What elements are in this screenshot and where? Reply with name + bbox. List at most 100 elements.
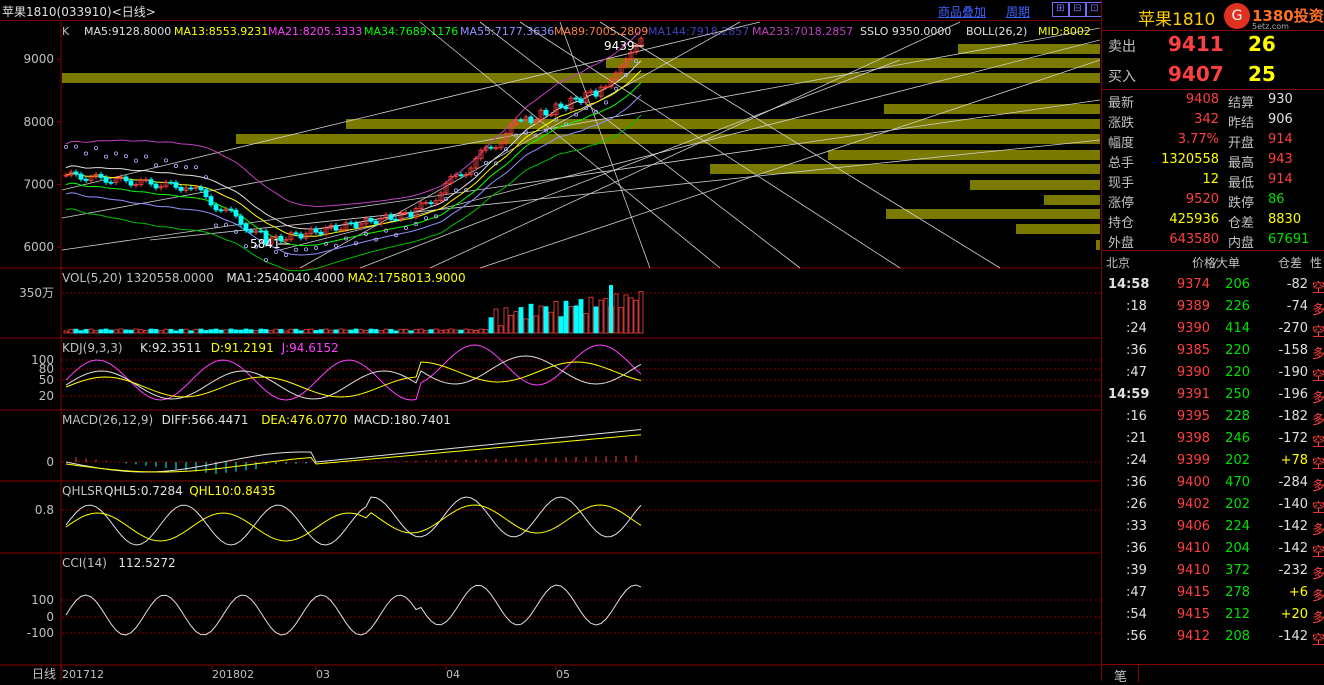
volume-bar: [313, 330, 319, 334]
tick-row[interactable]: :39 9410 372 -232 多: [1102, 560, 1324, 582]
tick-header: 仓差: [1278, 256, 1303, 270]
tick-position-change: -182: [1278, 409, 1308, 424]
stat-value: 914: [1268, 172, 1293, 187]
volume-bar: [328, 329, 334, 334]
tick-row[interactable]: :33 9406 224 -142 多: [1102, 516, 1324, 538]
volume-bar: [168, 328, 174, 334]
tick-row[interactable]: 14:58 9374 206 -82 空: [1102, 274, 1324, 296]
tick-position-change: -190: [1278, 365, 1308, 380]
tick-position-change: -74: [1286, 299, 1308, 314]
volume-bar: [243, 328, 249, 334]
tick-volume: 224: [1225, 519, 1250, 534]
qhlsr-legend-item: QHL5:0.7284: [104, 484, 183, 498]
sar-dot: [303, 247, 308, 252]
chart-canvas[interactable]: 9000 8000 7000 6000 K MA5:9128.8000 MA13:8553.…: [0, 0, 1100, 681]
tick-nature: 多: [1312, 611, 1324, 626]
volume-bar: [78, 330, 84, 334]
volume-bar: [358, 329, 364, 334]
tick-volume: 208: [1225, 629, 1250, 644]
volume-bar: [208, 329, 214, 334]
tick-row[interactable]: :24 9399 202 +78 空: [1102, 450, 1324, 472]
tick-row[interactable]: :36 9385 220 -158 多: [1102, 340, 1324, 362]
stat-label: 昨结: [1228, 116, 1255, 131]
tick-row[interactable]: :24 9390 414 -270 空: [1102, 318, 1324, 340]
candle-body: [373, 220, 379, 225]
tick-row[interactable]: :18 9389 226 -74 多: [1102, 296, 1324, 318]
stat-label: 外盘: [1108, 236, 1135, 251]
tick-row[interactable]: :47 9390 220 -190 空: [1102, 362, 1324, 384]
kdj-axis-label: 50: [39, 373, 54, 387]
tick-row[interactable]: :16 9395 228 -182 多: [1102, 406, 1324, 428]
volume-profile-bar: [346, 119, 1100, 129]
tick-nature: 空: [1312, 325, 1324, 340]
tick-price: 9402: [1176, 497, 1210, 512]
tick-price: 9410: [1176, 541, 1210, 556]
candle-body: [228, 208, 234, 211]
candle-body: [353, 222, 359, 228]
chart-area[interactable]: 苹果1810(033910)<日线> 商品叠加 周期 ⊞ ⊟ ⊡ 9000 800…: [0, 0, 1103, 681]
sar-dot: [104, 154, 109, 159]
candle-body: [388, 214, 394, 220]
tick-row[interactable]: :36 9410 204 -142 空: [1102, 538, 1324, 560]
ask-price: 9411: [1168, 32, 1224, 56]
volume-bar: [268, 330, 274, 334]
tick-price: 9412: [1176, 629, 1210, 644]
volume-bar: [393, 330, 399, 334]
tick-row[interactable]: :26 9402 202 -140 空: [1102, 494, 1324, 516]
volume-bar: [68, 328, 74, 334]
volume-bar: [493, 308, 499, 334]
tick-nature: 空: [1312, 435, 1324, 450]
volume-bar: [373, 329, 379, 334]
volume-bar: [523, 318, 529, 334]
tick-position-change: -172: [1278, 431, 1308, 446]
sar-dot: [213, 223, 218, 228]
tick-time: :54: [1126, 607, 1147, 622]
tick-time: :36: [1126, 475, 1147, 490]
tick-row[interactable]: :21 9398 246 -172 空: [1102, 428, 1324, 450]
stat-value: 86: [1268, 192, 1285, 207]
tick-row[interactable]: :54 9415 212 +20 多: [1102, 604, 1324, 626]
tick-time: :26: [1126, 497, 1147, 512]
candle-body: [173, 182, 179, 188]
ask-volume: 26: [1248, 32, 1276, 56]
quote-title-bar: 苹果1810 G 1380投资 5etz.com: [1102, 0, 1324, 31]
tick-volume: 372: [1225, 563, 1250, 578]
kdj-legend-item: KDJ(9,3,3): [62, 341, 123, 355]
volume-bar: [323, 328, 329, 334]
quote-stats: 最新 9408 结算 930 涨跌 342 昨结 906 幅度 3.77% 开盘 914 总手 13205…: [1102, 90, 1324, 251]
sar-dot: [193, 165, 198, 170]
candle-body: [318, 231, 324, 235]
qhlsr-legend-item: QHL10:0.8435: [189, 484, 275, 498]
sar-dot: [614, 86, 619, 91]
tick-volume: 470: [1225, 475, 1250, 490]
ma-legend-item: MA55:7177.3636: [460, 25, 554, 38]
tick-nature: 空: [1312, 281, 1324, 296]
volume-bar: [183, 328, 189, 334]
tick-volume: 250: [1225, 387, 1250, 402]
tick-time: :47: [1126, 585, 1147, 600]
volume-profile-bar: [236, 134, 1100, 144]
price-low-label: 5841: [250, 237, 281, 251]
cci-legend-item: 112.5272: [118, 556, 175, 570]
sar-dot: [453, 188, 458, 193]
bid-volume: 25: [1248, 62, 1276, 86]
volume-profile-bar: [606, 58, 1100, 68]
volume-bar: [108, 329, 114, 334]
tick-time: :21: [1126, 431, 1147, 446]
candle-body: [178, 186, 184, 191]
sar-dot: [403, 226, 408, 231]
volume-bar: [248, 329, 254, 334]
tick-row[interactable]: :47 9415 278 +6 多: [1102, 582, 1324, 604]
ma-legend-item: MA89:7005.2809: [554, 25, 648, 38]
volume-bar: [593, 306, 599, 334]
tick-price: 9400: [1176, 475, 1210, 490]
tick-row[interactable]: 14:59 9391 250 -196 多: [1102, 384, 1324, 406]
volume-bar: [403, 328, 409, 334]
tick-time: :24: [1126, 321, 1147, 336]
tick-position-change: -284: [1278, 475, 1308, 490]
gann-line: [299, 21, 741, 269]
tick-row[interactable]: :56 9412 208 -142 空: [1102, 626, 1324, 648]
tick-row[interactable]: :36 9400 470 -284 多: [1102, 472, 1324, 494]
stat-label: 开盘: [1228, 136, 1255, 151]
volume-bar: [118, 328, 124, 334]
